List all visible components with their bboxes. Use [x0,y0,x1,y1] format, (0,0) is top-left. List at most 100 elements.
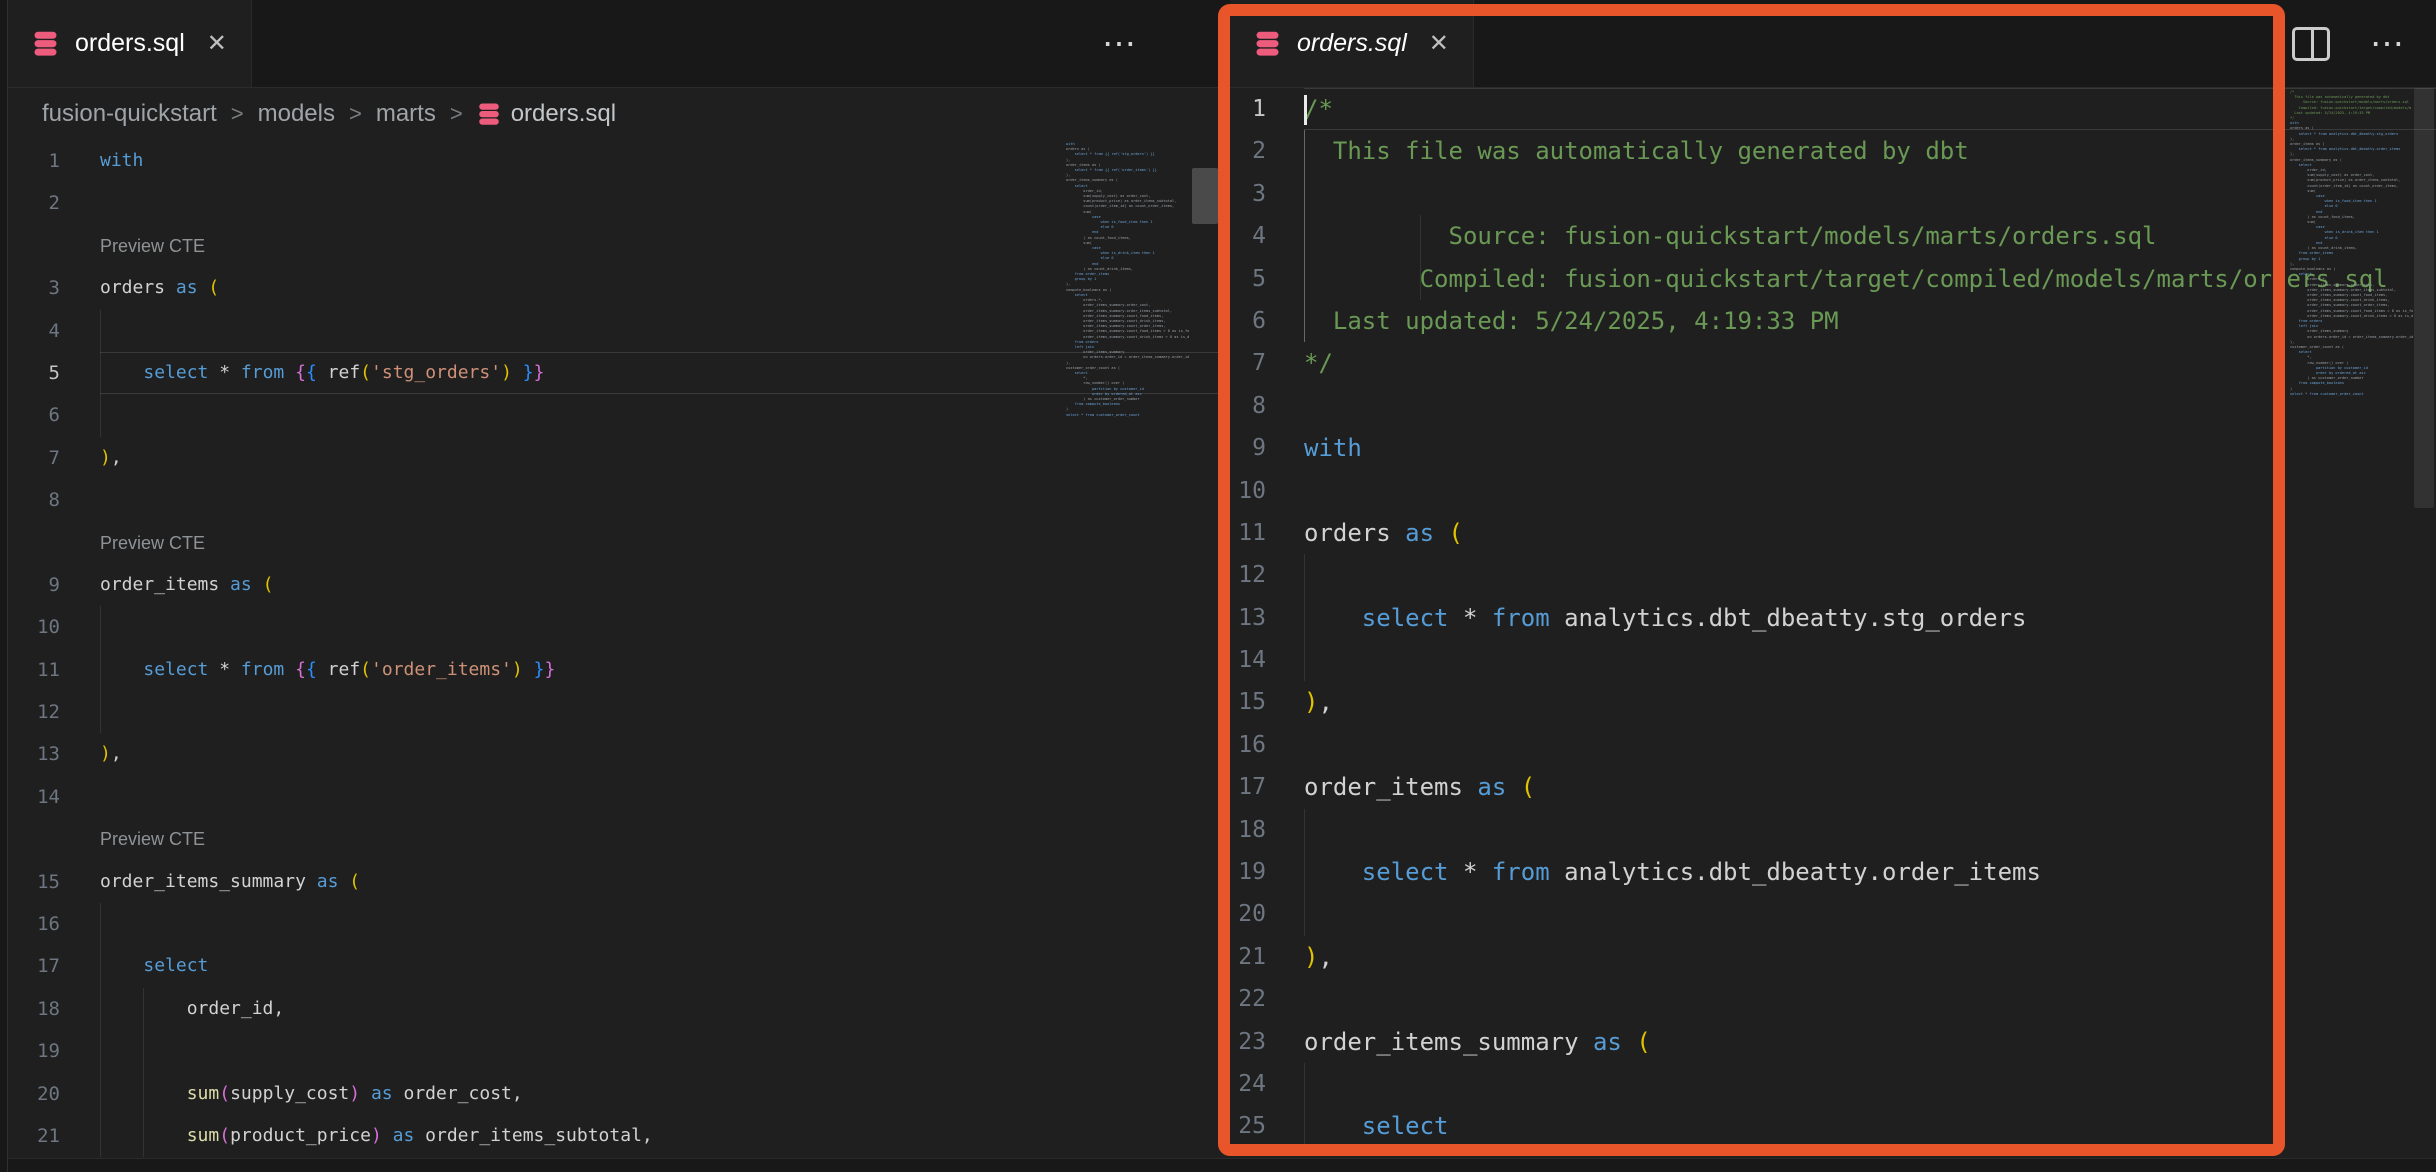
code-line[interactable]: 1/* [1218,88,2436,130]
breadcrumb-item-project[interactable]: fusion-quickstart [42,100,217,128]
line-number: 4 [1218,215,1266,257]
line-number: 10 [8,606,60,648]
code-line[interactable]: 11 select * from {{ ref('order_items') }… [8,649,1218,691]
code-editor-left[interactable]: 1with2 Preview CTE 3orders as (45 select *… [8,140,1218,1157]
code-line[interactable]: 15order_items_summary as ( [8,861,1218,903]
code-line[interactable]: 4 Source: fusion-quickstart/models/marts… [1218,215,2436,257]
breadcrumb-item-models[interactable]: models [258,100,335,128]
code-line[interactable]: 14 [1218,639,2436,681]
code-token: ) [1304,943,1318,971]
code-token [100,955,143,976]
code-line[interactable]: 1with [8,140,1218,182]
code-text [100,691,1218,733]
code-token: ( [208,277,219,298]
code-line[interactable]: 5 Compiled: fusion-quickstart/target/com… [1218,258,2436,300]
close-icon[interactable]: ✕ [207,29,227,58]
code-line[interactable]: 25 select [1218,1105,2436,1147]
code-line[interactable]: 21 sum(product_price) as order_items_sub… [8,1115,1218,1157]
code-line[interactable]: Preview CTE [8,818,1218,860]
code-line[interactable]: 18 order_id, [8,988,1218,1030]
codelens-label[interactable]: Preview CTE [100,236,205,256]
code-line[interactable]: Preview CTE [8,522,1218,564]
breadcrumb-item-marts[interactable]: marts [376,100,436,128]
code-editor-right[interactable]: 1/*2 This file was automatically generat… [1218,88,2436,1148]
codelens-label[interactable]: Preview CTE [100,533,205,553]
codelens-label[interactable]: Preview CTE [100,829,205,849]
code-token [1304,1112,1362,1140]
vertical-scrollbar-left[interactable] [1192,168,1218,224]
line-number: 23 [1218,1021,1266,1063]
code-line[interactable]: 4 [8,310,1218,352]
code-line[interactable]: 24 [1218,1063,2436,1105]
code-line[interactable]: Preview CTE [8,225,1218,267]
code-token: * [219,659,230,680]
code-line[interactable]: 15), [1218,681,2436,723]
code-line[interactable]: 22 [1218,978,2436,1020]
window-bottom-edge [0,1158,2436,1172]
vertical-scrollbar-right[interactable] [2414,88,2434,508]
code-line[interactable]: 13), [8,733,1218,775]
close-icon[interactable]: ✕ [1429,29,1449,58]
code-line[interactable]: 3 [1218,173,2436,215]
code-line[interactable]: 16 [1218,724,2436,766]
codelens[interactable]: Preview CTE [100,225,1218,267]
codelens[interactable]: Preview CTE [100,818,1218,860]
code-line[interactable]: 7), [8,437,1218,479]
line-number: 8 [8,479,60,521]
code-line[interactable]: 10 [1218,470,2436,512]
more-actions-icon[interactable]: ⋯ [1102,27,1140,61]
minimap-left[interactable]: withorders as ( select * from {{ ref('st… [1066,142,1198,472]
tab-orders-sql-right[interactable]: orders.sql ✕ [1230,0,1474,87]
code-line[interactable]: 7*/ [1218,342,2436,384]
code-line[interactable]: 3orders as ( [8,267,1218,309]
code-token [1622,1028,1636,1056]
code-token: select [1362,1112,1449,1140]
code-token: 'order_items' [371,659,512,680]
code-line[interactable]: 19 select * from analytics.dbt_dbeatty.o… [1218,851,2436,893]
code-line[interactable]: 10 [8,606,1218,648]
code-line[interactable]: 8 [1218,385,2436,427]
code-token: select [143,659,208,680]
code-line[interactable]: 9with [1218,427,2436,469]
code-line[interactable]: 12 [1218,554,2436,596]
code-line[interactable]: 5 select * from {{ ref('stg_orders') }} [8,352,1218,394]
code-line[interactable]: 2 [8,182,1218,224]
code-line[interactable]: 11orders as ( [1218,512,2436,554]
tab-bar-right: orders.sql ✕ ⋯ [1218,0,2436,88]
minimap-right[interactable]: /* This file was automatically generated… [2290,90,2422,550]
code-text: with [1304,427,2436,469]
code-line[interactable]: 20 [1218,893,2436,935]
code-line[interactable]: 2 This file was automatically generated … [1218,130,2436,172]
minimap-line: order_items_summary.count_food_items > 0… [1066,329,1198,334]
line-number: 19 [1218,851,1266,893]
code-line[interactable]: 14 [8,776,1218,818]
code-line[interactable]: 16 [8,903,1218,945]
tab-orders-sql-left[interactable]: orders.sql ✕ [8,0,252,87]
breadcrumb-item-file[interactable]: orders.sql [477,100,616,128]
code-line[interactable]: 18 [1218,809,2436,851]
code-line[interactable]: 9order_items as ( [8,564,1218,606]
code-token: Compiled: fusion-quickstart/target/compi… [1304,265,2388,293]
code-line[interactable]: 8 [8,479,1218,521]
more-actions-icon[interactable]: ⋯ [2370,27,2408,61]
code-line[interactable]: 23order_items_summary as ( [1218,1021,2436,1063]
code-token: } [534,362,545,383]
code-line[interactable]: 13 select * from analytics.dbt_dbeatty.s… [1218,597,2436,639]
code-line[interactable]: 19 [8,1030,1218,1072]
code-line[interactable]: 6 [8,394,1218,436]
code-line[interactable]: 17 select [8,945,1218,987]
window-left-edge [0,0,8,1172]
codelens[interactable]: Preview CTE [100,522,1218,564]
code-line[interactable]: 6 Last updated: 5/24/2025, 4:19:33 PM [1218,300,2436,342]
code-line[interactable]: 21), [1218,936,2436,978]
code-line[interactable]: 12 [8,691,1218,733]
split-editor-icon[interactable] [2292,27,2330,61]
breadcrumb: fusion-quickstart > models > marts > ord… [8,88,1218,140]
code-line[interactable]: 17order_items as ( [1218,766,2436,808]
code-text: select [1304,1105,2436,1147]
code-token [360,1083,371,1104]
indent-guide [1304,1063,1305,1105]
code-token: , [111,743,122,764]
code-line[interactable]: 20 sum(supply_cost) as order_cost, [8,1073,1218,1115]
indent-guide [1420,258,1421,300]
